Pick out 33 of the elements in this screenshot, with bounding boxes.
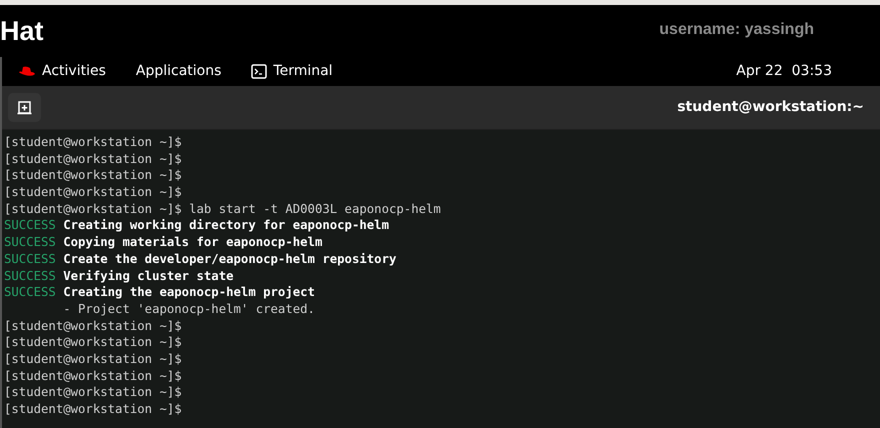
terminal-line: [student@workstation ~]$ lab start -t AD0003L eaponocp-helm — [4, 200, 442, 218]
brand-text: Hat — [0, 18, 44, 45]
new-tab-icon — [17, 100, 32, 114]
status-message: Copying materials for eaponocp-helm — [62, 234, 322, 251]
terminal-line: [student@workstation ~]$ — [4, 318, 183, 334]
clock[interactable]: Apr 22 03:53 — [736, 61, 832, 82]
success-label: SUCCESS — [4, 250, 56, 268]
applications-menu[interactable]: Applications — [136, 61, 222, 82]
activities-button[interactable]: Activities — [18, 61, 106, 82]
terminal-line: [student@workstation ~]$ — [4, 334, 183, 351]
success-label: SUCCESS — [4, 284, 56, 301]
success-label: SUCCESS — [4, 217, 56, 234]
new-tab-button[interactable] — [8, 93, 41, 122]
terminal-line: [student@workstation ~]$ — [4, 368, 183, 384]
terminal-icon — [251, 64, 268, 79]
status-message: Create the developer/eaponocp-helm repository — [62, 250, 396, 268]
success-label: SUCCESS — [4, 268, 56, 284]
terminal-line: [student@workstation ~]$ — [4, 401, 183, 418]
terminal-line: [student@workstation ~]$ — [4, 384, 183, 401]
status-message: Verifying cluster state — [62, 268, 234, 284]
terminal-line: [student@workstation ~]$ — [4, 134, 183, 151]
username-text: username: yassingh — [659, 20, 814, 40]
terminal-line: [student@workstation ~]$ — [4, 350, 183, 368]
status-message: Creating the eaponocp-helm project — [62, 284, 315, 301]
success-label: SUCCESS — [4, 234, 56, 251]
hat-icon — [18, 66, 36, 77]
terminal-line: [student@workstation ~]$ — [4, 167, 183, 184]
terminal-line: - Project 'eaponocp-helm' created. — [62, 300, 316, 318]
window-title: student@workstation:~ — [677, 98, 864, 117]
terminal-line: [student@workstation ~]$ — [4, 150, 183, 168]
status-message: Creating working directory for eaponocp-helm — [62, 217, 389, 234]
terminal-line: [student@workstation ~]$ — [4, 184, 183, 201]
app-menu-button[interactable]: Terminal — [251, 61, 333, 82]
